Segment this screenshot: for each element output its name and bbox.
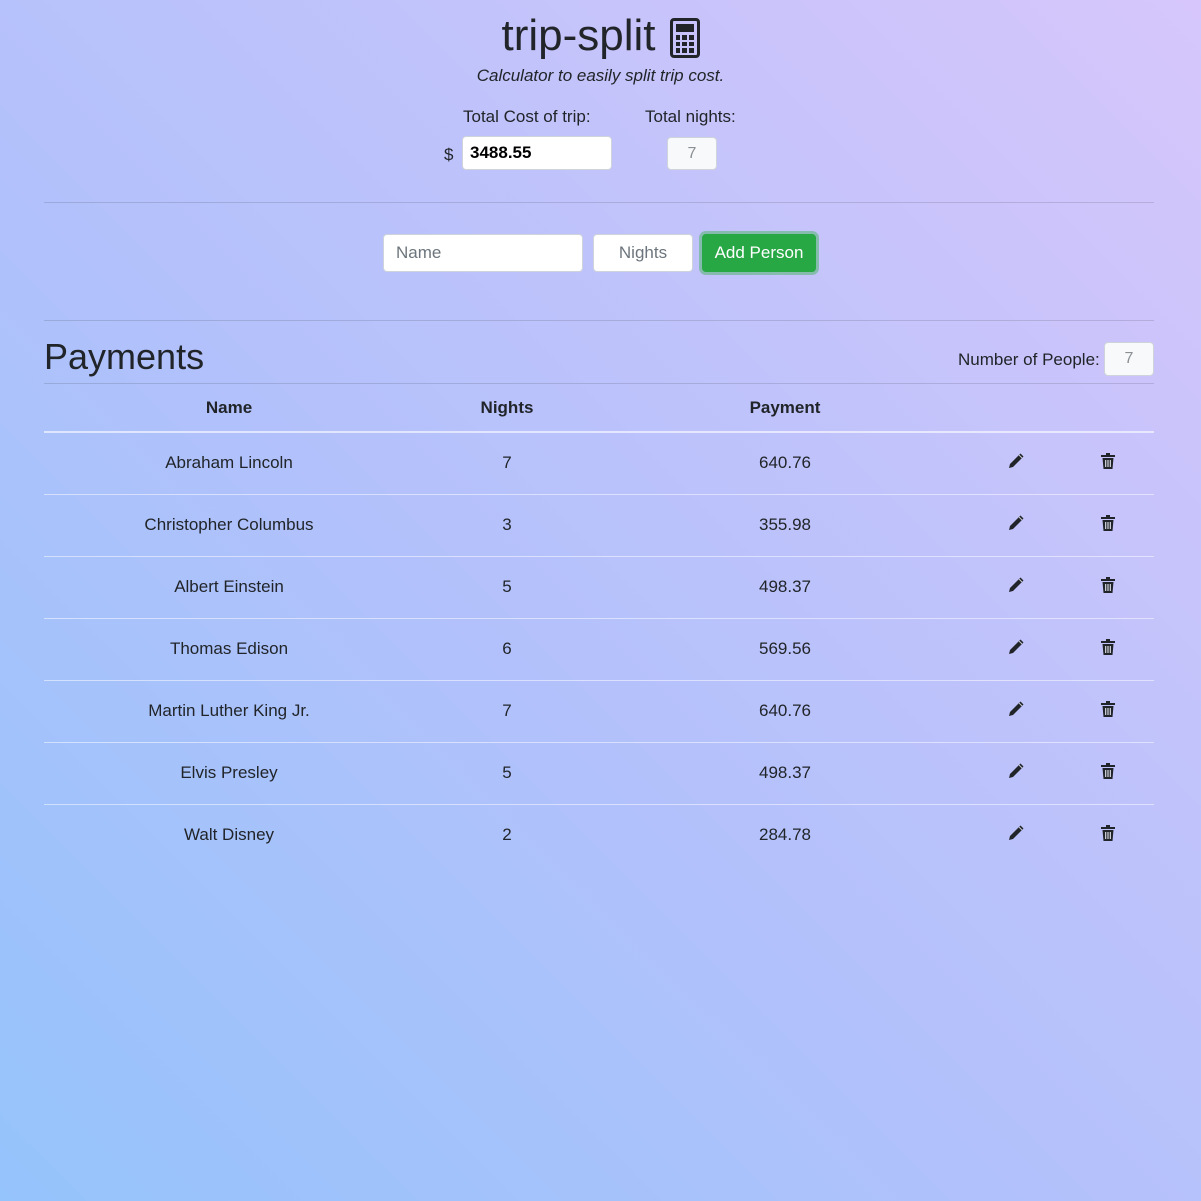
row-payment: 498.37 bbox=[600, 556, 970, 619]
table-row: Thomas Edison 6 569.56 bbox=[44, 618, 1154, 681]
delete-cell bbox=[1062, 432, 1154, 495]
row-nights: 7 bbox=[414, 432, 600, 495]
row-payment: 355.98 bbox=[600, 494, 970, 557]
edit-cell bbox=[970, 494, 1062, 557]
row-name: Thomas Edison bbox=[44, 618, 414, 681]
edit-cell bbox=[970, 804, 1062, 866]
row-nights: 7 bbox=[414, 680, 600, 743]
delete-cell bbox=[1062, 618, 1154, 681]
trash-icon[interactable] bbox=[1101, 514, 1115, 536]
column-header-edit bbox=[970, 384, 1062, 433]
edit-cell bbox=[970, 432, 1062, 495]
row-name: Elvis Presley bbox=[44, 742, 414, 805]
row-nights: 3 bbox=[414, 494, 600, 557]
trash-icon[interactable] bbox=[1101, 762, 1115, 784]
add-person-button[interactable]: Add Person bbox=[702, 234, 816, 272]
table-row: Martin Luther King Jr. 7 640.76 bbox=[44, 680, 1154, 743]
row-name: Walt Disney bbox=[183, 825, 275, 845]
total-nights-label: Total nights: bbox=[645, 107, 736, 126]
row-nights: 6 bbox=[414, 618, 600, 681]
column-header-payment: Payment bbox=[600, 384, 970, 433]
pencil-icon[interactable] bbox=[1007, 824, 1025, 847]
row-nights: 2 bbox=[502, 825, 512, 845]
delete-cell bbox=[1062, 680, 1154, 743]
calculator-icon bbox=[669, 18, 700, 58]
divider bbox=[44, 202, 1154, 203]
trash-icon[interactable] bbox=[1101, 452, 1115, 474]
total-cost-label: Total Cost of trip: bbox=[463, 107, 591, 126]
nights-input[interactable] bbox=[593, 234, 693, 272]
name-input[interactable] bbox=[383, 234, 583, 272]
divider bbox=[44, 320, 1154, 321]
row-payment: 640.76 bbox=[600, 432, 970, 495]
payments-heading: Payments bbox=[44, 336, 205, 377]
table-row: Elvis Presley 5 498.37 bbox=[44, 742, 1154, 805]
row-payment: 640.76 bbox=[600, 680, 970, 743]
number-of-people-label: Number of People: bbox=[958, 350, 1100, 369]
trash-icon[interactable] bbox=[1101, 700, 1115, 722]
total-cost-input[interactable] bbox=[462, 136, 612, 170]
pencil-icon[interactable] bbox=[1007, 576, 1025, 599]
delete-cell bbox=[1062, 494, 1154, 557]
edit-cell bbox=[970, 680, 1062, 743]
delete-cell bbox=[1062, 556, 1154, 619]
app-title-text: trip-split bbox=[501, 11, 656, 60]
row-name: Abraham Lincoln bbox=[44, 432, 414, 495]
table-header-row: Name Nights Payment bbox=[44, 384, 1154, 433]
edit-cell bbox=[970, 556, 1062, 619]
table-row: Christopher Columbus 3 355.98 bbox=[44, 494, 1154, 557]
trash-icon[interactable] bbox=[1101, 576, 1115, 598]
row-name: Christopher Columbus bbox=[44, 494, 414, 557]
edit-cell bbox=[970, 618, 1062, 681]
currency-symbol: $ bbox=[444, 145, 454, 164]
row-nights: 5 bbox=[414, 742, 600, 805]
payments-table: Name Nights Payment Abraham Lincoln 7 640.… bbox=[44, 384, 1154, 866]
edit-cell bbox=[970, 742, 1062, 805]
app-subtitle: Calculator to easily split trip cost. bbox=[476, 66, 725, 85]
pencil-icon[interactable] bbox=[1007, 452, 1025, 475]
row-name: Albert Einstein bbox=[44, 556, 414, 619]
delete-cell bbox=[1062, 804, 1154, 866]
delete-cell bbox=[1062, 742, 1154, 805]
trash-icon[interactable] bbox=[1101, 638, 1115, 660]
page-header: trip-split Calculator to easily split tr… bbox=[0, 8, 1201, 86]
pencil-icon[interactable] bbox=[1007, 514, 1025, 537]
trash-icon[interactable] bbox=[1101, 824, 1115, 846]
column-header-delete bbox=[1062, 384, 1154, 433]
row-name: Martin Luther King Jr. bbox=[44, 680, 414, 743]
column-header-name: Name bbox=[44, 384, 414, 433]
pencil-icon[interactable] bbox=[1007, 638, 1025, 661]
row-nights: 5 bbox=[414, 556, 600, 619]
number-of-people-field: 7 bbox=[1104, 342, 1154, 376]
pencil-icon[interactable] bbox=[1007, 762, 1025, 785]
column-header-nights: Nights bbox=[414, 384, 600, 433]
pencil-icon[interactable] bbox=[1007, 700, 1025, 723]
total-nights-field: 7 bbox=[667, 137, 717, 170]
table-row: Albert Einstein 5 498.37 bbox=[44, 556, 1154, 619]
table-row: Walt Disney 2 284.78 bbox=[44, 804, 1154, 866]
row-payment: 569.56 bbox=[600, 618, 970, 681]
row-payment: 284.78 bbox=[759, 825, 811, 845]
table-row: Abraham Lincoln 7 640.76 bbox=[44, 432, 1154, 495]
app-title: trip-split bbox=[501, 8, 700, 64]
row-payment: 498.37 bbox=[600, 742, 970, 805]
